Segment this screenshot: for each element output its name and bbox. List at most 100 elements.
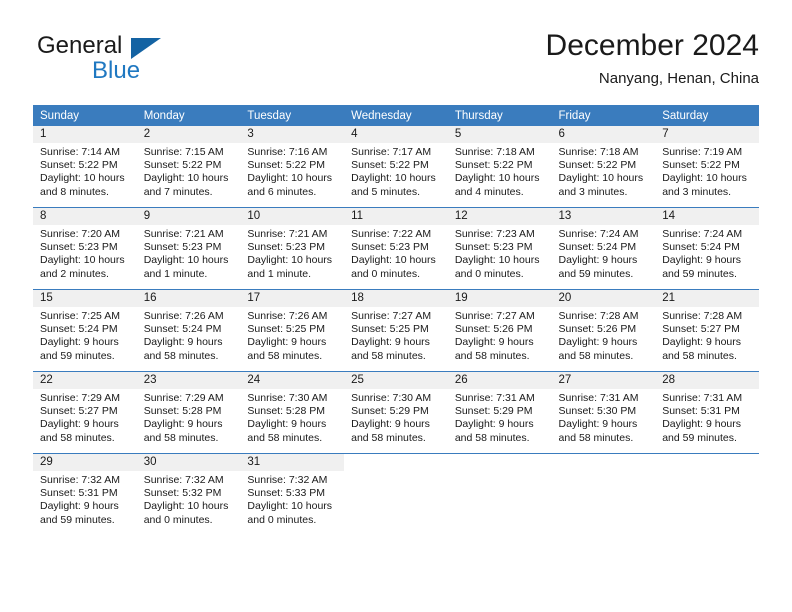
weekday-header-saturday: Saturday <box>655 105 759 126</box>
logo-text-general: General <box>37 32 123 59</box>
sunrise-text: Sunrise: 7:22 AM <box>351 228 432 240</box>
day-cell[interactable]: 31 Sunrise: 7:32 AM Sunset: 5:33 PM Dayligh… <box>240 453 345 535</box>
day-details: Sunrise: 7:30 AM Sunset: 5:28 PM Daylight:… <box>240 389 344 445</box>
day-cell-empty <box>344 453 448 535</box>
sunset-text: Sunset: 5:31 PM <box>40 487 118 500</box>
day-cell[interactable]: 13 Sunrise: 7:24 AM Sunset: 5:24 PM Dayligh… <box>551 207 656 290</box>
sunset-text: Sunset: 5:22 PM <box>662 159 740 172</box>
day-cell[interactable]: 24 Sunrise: 7:30 AM Sunset: 5:28 PM Dayligh… <box>240 371 345 454</box>
day-cell[interactable]: 28 Sunrise: 7:31 AM Sunset: 5:31 PM Dayligh… <box>655 371 759 454</box>
calendar-page: General Blue December 2024 Nanyang, Hena… <box>0 0 792 612</box>
sunset-text: Sunset: 5:26 PM <box>454 323 533 336</box>
day-cell[interactable]: 23 Sunrise: 7:29 AM Sunset: 5:28 PM Dayligh… <box>136 371 241 454</box>
day-cell[interactable]: 22 Sunrise: 7:29 AM Sunset: 5:27 PM Dayligh… <box>33 371 137 454</box>
day-details: Sunrise: 7:18 AM Sunset: 5:22 PM Daylight:… <box>448 143 552 199</box>
daylight-text: Daylight: 10 hours and 7 minutes. <box>143 172 229 198</box>
sunset-text: Sunset: 5:23 PM <box>40 241 118 254</box>
sunrise-text: Sunrise: 7:31 AM <box>662 392 743 404</box>
day-cell[interactable]: 7 Sunrise: 7:19 AM Sunset: 5:22 PM Daylight… <box>655 126 759 208</box>
day-number: 17 <box>240 290 345 307</box>
day-cell[interactable]: 1 Sunrise: 7:14 AM Sunset: 5:22 PM Daylight… <box>33 126 137 208</box>
week-row: 1 Sunrise: 7:14 AM Sunset: 5:22 PM Daylight… <box>33 126 759 208</box>
sunrise-text: Sunrise: 7:19 AM <box>662 146 743 158</box>
day-cell[interactable]: 5 Sunrise: 7:18 AM Sunset: 5:22 PM Daylight… <box>447 126 552 208</box>
sunset-text: Sunset: 5:24 PM <box>40 323 118 336</box>
day-details: Sunrise: 7:24 AM Sunset: 5:24 PM Daylight:… <box>655 225 759 281</box>
day-cell[interactable]: 25 Sunrise: 7:30 AM Sunset: 5:29 PM Dayligh… <box>344 371 448 454</box>
day-number: 29 <box>33 454 137 471</box>
sunrise-text: Sunrise: 7:30 AM <box>247 392 328 404</box>
sunset-text: Sunset: 5:25 PM <box>247 323 326 336</box>
daylight-text: Daylight: 10 hours and 0 minutes. <box>454 254 540 280</box>
daylight-text: Daylight: 10 hours and 0 minutes. <box>351 254 436 280</box>
weekday-header-friday: Friday <box>551 105 656 126</box>
daylight-text: Daylight: 9 hours and 59 minutes. <box>662 418 742 444</box>
day-cell[interactable]: 27 Sunrise: 7:31 AM Sunset: 5:30 PM Dayligh… <box>551 371 656 454</box>
day-number: 26 <box>447 372 552 389</box>
sunset-text: Sunset: 5:23 PM <box>351 241 429 254</box>
sunrise-text: Sunrise: 7:29 AM <box>40 392 120 404</box>
day-number: 13 <box>551 208 656 225</box>
day-cell[interactable]: 16 Sunrise: 7:26 AM Sunset: 5:24 PM Dayligh… <box>136 289 241 372</box>
daylight-text: Daylight: 10 hours and 3 minutes. <box>558 172 644 198</box>
day-details: Sunrise: 7:31 AM Sunset: 5:29 PM Daylight:… <box>448 389 552 445</box>
day-cell[interactable]: 9 Sunrise: 7:21 AM Sunset: 5:23 PM Daylight… <box>136 207 241 290</box>
day-cell[interactable]: 10 Sunrise: 7:21 AM Sunset: 5:23 PM Dayligh… <box>240 207 345 290</box>
day-number: 2 <box>136 126 241 143</box>
sunrise-text: Sunrise: 7:17 AM <box>351 146 432 158</box>
sunrise-text: Sunrise: 7:27 AM <box>351 310 432 322</box>
sunrise-text: Sunrise: 7:23 AM <box>454 228 535 240</box>
day-cell[interactable]: 18 Sunrise: 7:27 AM Sunset: 5:25 PM Dayligh… <box>344 289 448 372</box>
sunrise-text: Sunrise: 7:31 AM <box>558 392 639 404</box>
day-details: Sunrise: 7:20 AM Sunset: 5:23 PM Daylight:… <box>33 225 137 281</box>
week-row: 8 Sunrise: 7:20 AM Sunset: 5:23 PM Daylight… <box>33 207 759 290</box>
day-cell[interactable]: 12 Sunrise: 7:23 AM Sunset: 5:23 PM Dayligh… <box>447 207 552 290</box>
daylight-text: Daylight: 10 hours and 5 minutes. <box>351 172 436 198</box>
day-cell[interactable]: 11 Sunrise: 7:22 AM Sunset: 5:23 PM Dayligh… <box>344 207 448 290</box>
sunrise-text: Sunrise: 7:24 AM <box>558 228 639 240</box>
sunrise-text: Sunrise: 7:25 AM <box>40 310 120 322</box>
sunset-text: Sunset: 5:24 PM <box>662 241 740 254</box>
day-cell[interactable]: 4 Sunrise: 7:17 AM Sunset: 5:22 PM Daylight… <box>344 126 448 208</box>
day-cell[interactable]: 2 Sunrise: 7:15 AM Sunset: 5:22 PM Daylight… <box>136 126 241 208</box>
day-cell[interactable]: 14 Sunrise: 7:24 AM Sunset: 5:24 PM Dayligh… <box>655 207 759 290</box>
sunset-text: Sunset: 5:22 PM <box>40 159 118 172</box>
sunrise-text: Sunrise: 7:24 AM <box>662 228 743 240</box>
day-details: Sunrise: 7:31 AM Sunset: 5:31 PM Daylight:… <box>655 389 759 445</box>
day-cell[interactable]: 17 Sunrise: 7:26 AM Sunset: 5:25 PM Dayligh… <box>240 289 345 372</box>
day-number: 30 <box>136 454 241 471</box>
day-details: Sunrise: 7:21 AM Sunset: 5:23 PM Daylight:… <box>137 225 241 281</box>
day-number: 27 <box>551 372 656 389</box>
sunset-text: Sunset: 5:29 PM <box>454 405 533 418</box>
sunset-text: Sunset: 5:22 PM <box>454 159 533 172</box>
sunrise-text: Sunrise: 7:29 AM <box>143 392 224 404</box>
daylight-text: Daylight: 9 hours and 58 minutes. <box>351 418 430 444</box>
day-details: Sunrise: 7:26 AM Sunset: 5:24 PM Daylight:… <box>137 307 241 363</box>
day-cell[interactable]: 15 Sunrise: 7:25 AM Sunset: 5:24 PM Dayligh… <box>33 289 137 372</box>
daylight-text: Daylight: 9 hours and 58 minutes. <box>558 336 638 362</box>
sunset-text: Sunset: 5:22 PM <box>247 159 326 172</box>
day-cell[interactable]: 8 Sunrise: 7:20 AM Sunset: 5:23 PM Daylight… <box>33 207 137 290</box>
sunset-text: Sunset: 5:24 PM <box>558 241 637 254</box>
sunrise-text: Sunrise: 7:15 AM <box>143 146 224 158</box>
day-cell[interactable]: 21 Sunrise: 7:28 AM Sunset: 5:27 PM Dayligh… <box>655 289 759 372</box>
sunset-text: Sunset: 5:23 PM <box>143 241 222 254</box>
day-cell[interactable]: 19 Sunrise: 7:27 AM Sunset: 5:26 PM Dayligh… <box>447 289 552 372</box>
day-number: 10 <box>240 208 345 225</box>
day-cell[interactable]: 29 Sunrise: 7:32 AM Sunset: 5:31 PM Dayligh… <box>33 453 137 535</box>
daylight-text: Daylight: 10 hours and 0 minutes. <box>247 500 333 526</box>
day-cell[interactable]: 3 Sunrise: 7:16 AM Sunset: 5:22 PM Daylight… <box>240 126 345 208</box>
day-number: 23 <box>136 372 241 389</box>
day-details: Sunrise: 7:28 AM Sunset: 5:27 PM Daylight:… <box>655 307 759 363</box>
day-cell[interactable]: 6 Sunrise: 7:18 AM Sunset: 5:22 PM Daylight… <box>551 126 656 208</box>
day-number <box>344 454 448 471</box>
day-cell[interactable]: 20 Sunrise: 7:28 AM Sunset: 5:26 PM Dayligh… <box>551 289 656 372</box>
sunrise-text: Sunrise: 7:27 AM <box>454 310 535 322</box>
day-number: 4 <box>344 126 448 143</box>
day-cell[interactable]: 30 Sunrise: 7:32 AM Sunset: 5:32 PM Dayligh… <box>136 453 241 535</box>
daylight-text: Daylight: 9 hours and 58 minutes. <box>143 418 223 444</box>
day-cell[interactable]: 26 Sunrise: 7:31 AM Sunset: 5:29 PM Dayligh… <box>447 371 552 454</box>
generalblue-logo[interactable]: General Blue <box>33 32 243 94</box>
sunrise-text: Sunrise: 7:32 AM <box>247 474 328 486</box>
daylight-text: Daylight: 9 hours and 59 minutes. <box>40 336 119 362</box>
